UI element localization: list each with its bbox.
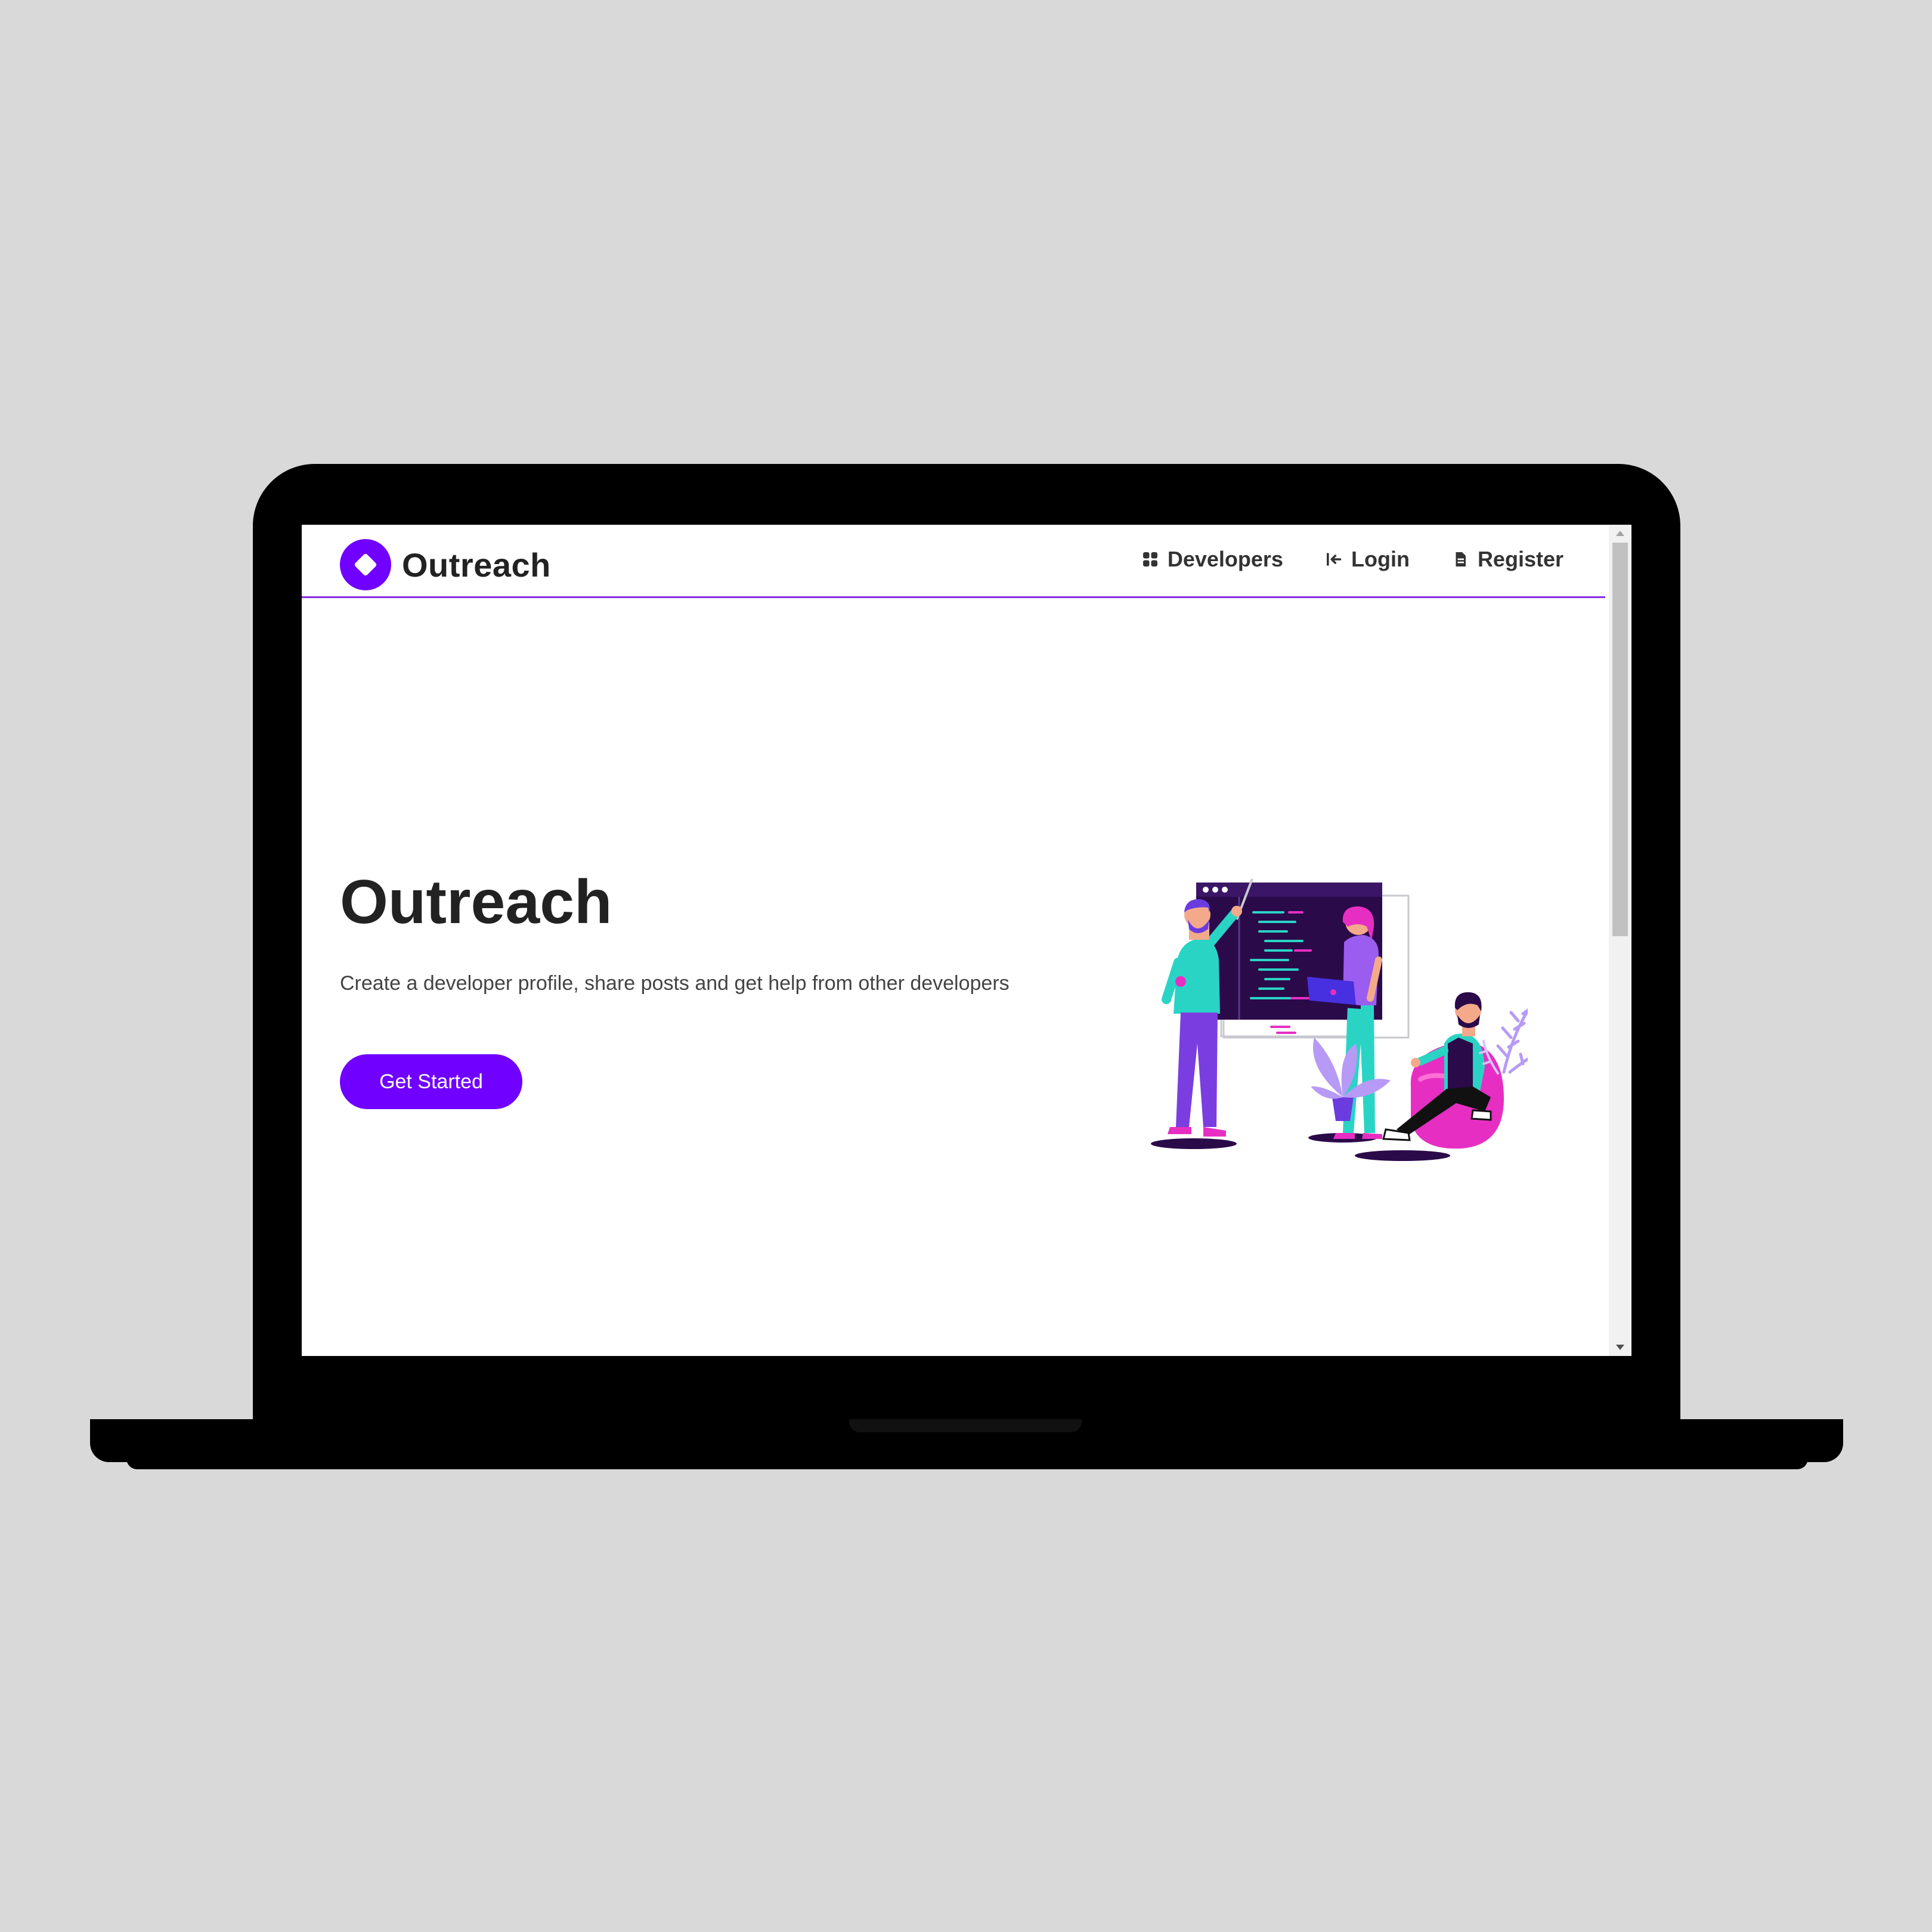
nav-login-label: Login xyxy=(1351,547,1410,571)
developers-illustration xyxy=(1151,878,1528,1161)
brand-link[interactable]: Outreach xyxy=(340,538,551,592)
sign-in-icon xyxy=(1326,553,1342,566)
document-icon xyxy=(1456,552,1466,566)
nav-login-link[interactable]: Login xyxy=(1325,547,1410,572)
hero-subtitle: Create a developer profile, share posts … xyxy=(340,972,1010,995)
hero-title: Outreach xyxy=(340,868,612,937)
grid-icon xyxy=(1143,552,1157,566)
laptop-base-foot xyxy=(126,1455,1808,1469)
nav-developers-link[interactable]: Developers xyxy=(1141,547,1283,572)
get-started-button[interactable]: Get Started xyxy=(340,1054,522,1109)
nav-register-label: Register xyxy=(1477,547,1563,571)
navbar: Outreach Developers Login Register xyxy=(302,525,1605,598)
nav-links: Developers Login Register xyxy=(1141,543,1563,576)
nav-developers-label: Developers xyxy=(1167,547,1283,571)
brand-logo-icon xyxy=(340,539,391,590)
laptop-hinge-notch xyxy=(849,1419,1082,1432)
vertical-scrollbar[interactable] xyxy=(1609,525,1631,1356)
browser-viewport: Outreach Developers Login Register Outre… xyxy=(302,525,1631,1356)
nav-register-link[interactable]: Register xyxy=(1451,547,1563,572)
scroll-down-arrow-icon[interactable] xyxy=(1616,1345,1624,1350)
scroll-up-arrow-icon[interactable] xyxy=(1616,531,1624,536)
brand-name: Outreach xyxy=(402,546,551,584)
scrollbar-thumb[interactable] xyxy=(1612,543,1628,936)
